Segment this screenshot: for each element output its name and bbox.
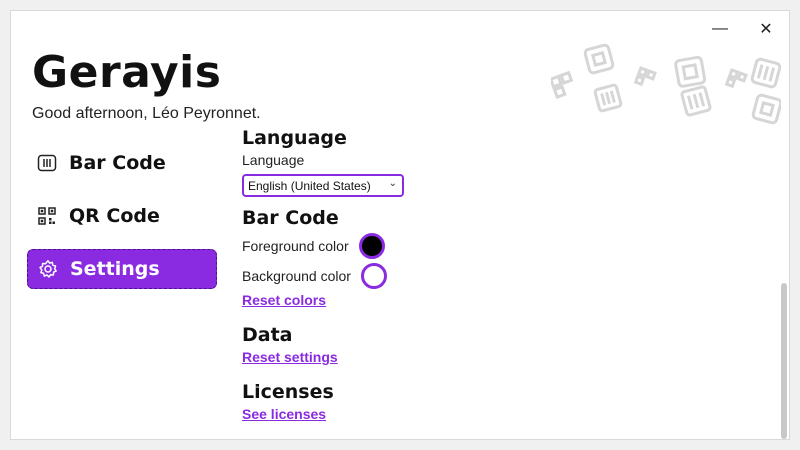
nav-item-qr-code[interactable]: QR Code — [27, 196, 217, 236]
language-label: Language — [242, 152, 305, 168]
app-title: Gerayis — [32, 47, 222, 98]
foreground-color-label: Foreground color — [242, 238, 349, 254]
vertical-scrollbar[interactable] — [781, 283, 787, 439]
minimize-button[interactable]: — — [703, 17, 737, 41]
data-heading: Data — [242, 324, 293, 346]
language-select-value: English (United States) — [248, 178, 371, 193]
licenses-heading: Licenses — [242, 381, 334, 403]
foreground-color-picker[interactable] — [358, 233, 385, 259]
sidebar-nav: Bar Code QR Code Settings — [27, 143, 217, 302]
language-heading: Language — [242, 127, 347, 149]
language-select[interactable]: English (United States) ⌄ — [242, 174, 404, 197]
nav-item-bar-code[interactable]: Bar Code — [27, 143, 217, 183]
nav-item-settings[interactable]: Settings — [27, 249, 217, 289]
bar-code-heading: Bar Code — [242, 207, 339, 229]
barcode-icon — [37, 153, 57, 173]
nav-item-label: QR Code — [69, 205, 160, 227]
greeting-text: Good afternoon, Léo Peyronnet. — [32, 105, 261, 122]
app-window: — ✕ Gerayis Good afternoon, Léo Peyronne… — [10, 10, 790, 440]
chevron-down-icon: ⌄ — [388, 178, 397, 189]
qrcode-icon — [37, 206, 57, 226]
settings-content: Language Language English (United States… — [242, 125, 642, 423]
see-licenses-link[interactable]: See licenses — [242, 405, 642, 423]
background-color-label: Background color — [242, 268, 351, 284]
background-color-picker[interactable] — [360, 263, 387, 289]
close-button[interactable]: ✕ — [749, 17, 783, 41]
reset-colors-link[interactable]: Reset colors — [242, 291, 642, 309]
decorative-code-pattern — [551, 43, 781, 125]
reset-settings-link[interactable]: Reset settings — [242, 348, 642, 366]
nav-item-label: Bar Code — [69, 152, 166, 174]
gear-icon — [38, 259, 58, 279]
nav-item-label: Settings — [70, 258, 160, 280]
